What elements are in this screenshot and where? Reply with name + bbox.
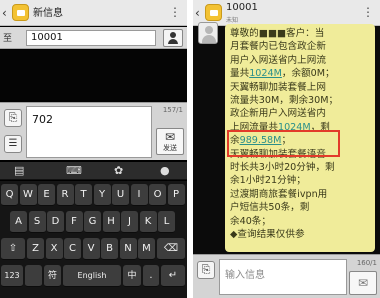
send-button[interactable]: ✉ 发送: [156, 128, 184, 155]
message-line: 政企新用户入网送省内: [230, 108, 326, 120]
symbol-key[interactable]: 符: [44, 265, 61, 287]
key[interactable]: U: [112, 184, 129, 206]
char-counter: 160/1: [356, 259, 377, 267]
message-input[interactable]: 输入信息: [219, 259, 347, 295]
message-line: 户短信共50条，剩: [230, 202, 310, 214]
message-line: 尊敬的■■■客户：当: [230, 28, 325, 39]
compose-bar: ⎘ 输入信息 160/1 ✉: [193, 254, 380, 298]
messages-app-icon: [12, 4, 29, 21]
keyboard-row-1: Q W E R T Y U I O P: [0, 184, 187, 208]
highlight-box: [227, 130, 340, 157]
keyboard-row-3: ⇧ Z X C V B N M ⌫: [0, 238, 187, 262]
message-line: 时长共3小时20分钟，剩: [230, 162, 335, 174]
key[interactable]: I: [130, 184, 148, 206]
data-link[interactable]: 1024M: [249, 68, 282, 79]
send-envelope-icon[interactable]: ✉: [349, 271, 377, 295]
right-phone-screen: ‹ 10001 未知 ⋮ 尊敬的■■■客户：当 月套餐内已包含政企新 用户入网送…: [193, 0, 380, 298]
conversation-subtitle: 未知: [226, 17, 239, 24]
space-key[interactable]: English: [63, 265, 121, 287]
text-segment: ，余额0M；: [281, 68, 335, 80]
attach-icon[interactable]: ⎘: [4, 109, 22, 127]
key[interactable]: Z: [27, 238, 44, 260]
key[interactable]: B: [101, 238, 118, 260]
key[interactable]: T: [75, 184, 92, 206]
message-line: 月套餐内已包含政企新: [230, 41, 326, 53]
key[interactable]: X: [45, 238, 63, 260]
message-line: 过渡期商旅套餐ivpn用: [230, 188, 328, 200]
key[interactable]: G: [84, 211, 101, 233]
key[interactable]: S: [28, 211, 46, 233]
key[interactable]: V: [82, 238, 100, 260]
keyboard-row-2: A S D F G H J K L: [0, 211, 187, 235]
recipient-input[interactable]: 10001: [26, 30, 156, 46]
recipient-row: 至 10001: [0, 27, 187, 49]
key[interactable]: Q: [1, 184, 18, 206]
settings-icon[interactable]: ✿: [114, 164, 123, 178]
key[interactable]: J: [121, 211, 138, 233]
top-bar: ‹ 新信息 ⋮: [0, 0, 187, 26]
key[interactable]: P: [167, 184, 185, 206]
compose-bar: ⎘ ☰ 702 157/1 ✉ 发送: [0, 102, 187, 160]
period-key[interactable]: .: [143, 265, 159, 287]
shift-key[interactable]: ⇧: [1, 238, 25, 260]
key[interactable]: D: [47, 211, 64, 233]
key[interactable]: L: [158, 211, 175, 233]
conversation-title: 10001: [226, 2, 258, 13]
key[interactable]: R: [56, 184, 74, 206]
key[interactable]: Y: [93, 184, 111, 206]
message-line: 余1小时21分钟；: [230, 175, 306, 187]
keyboard-toolbar: ▤ ⌨ ✿ ●: [0, 162, 187, 180]
recipient-label: 至: [3, 34, 13, 44]
avatar[interactable]: [198, 22, 218, 44]
backspace-key[interactable]: ⌫: [157, 238, 185, 260]
send-label: 发送: [163, 144, 177, 152]
key[interactable]: K: [139, 211, 157, 233]
messages-app-icon: [205, 4, 222, 21]
back-icon[interactable]: ‹: [2, 5, 7, 21]
message-line: 余40条；: [230, 215, 271, 227]
key[interactable]: C: [64, 238, 81, 260]
enter-key[interactable]: ↵: [161, 265, 185, 287]
back-icon[interactable]: ‹: [195, 5, 200, 21]
attach-icon[interactable]: ⎘: [197, 261, 215, 279]
keyboard: Q W E R T Y U I O P A S D F G H J K L ⇧ …: [0, 181, 187, 298]
message-line: 量共1024M，余额0M；: [230, 67, 370, 80]
message-line: ◆查询结果仅供参: [230, 229, 305, 241]
send-envelope-icon: ✉: [164, 130, 176, 144]
keyboard-icon[interactable]: ⌨: [66, 164, 82, 178]
keyboard-row-4: 123 符 English 中 . ↵: [0, 265, 187, 289]
emoji-key[interactable]: [25, 265, 42, 287]
menu-icon[interactable]: ⋮: [362, 4, 374, 20]
key[interactable]: N: [119, 238, 137, 260]
key[interactable]: O: [149, 184, 166, 206]
language-key[interactable]: 中: [123, 265, 141, 287]
message-input[interactable]: 702: [26, 106, 152, 158]
key[interactable]: W: [19, 184, 37, 206]
message-line: 用户入网送省内上网流: [230, 54, 326, 66]
key[interactable]: H: [102, 211, 120, 233]
clipboard-icon[interactable]: ▤: [14, 164, 24, 178]
char-counter: 157/1: [162, 106, 183, 114]
mic-icon[interactable]: ●: [160, 164, 170, 178]
menu-icon[interactable]: ⋮: [169, 4, 181, 20]
contact-picker-icon[interactable]: [163, 29, 183, 47]
conversation-area: [0, 50, 187, 100]
template-icon[interactable]: ☰: [4, 135, 22, 153]
message-line: 天翼畅聊加装套餐上网: [230, 81, 326, 93]
numeric-key[interactable]: 123: [1, 265, 23, 287]
screen-title: 新信息: [33, 8, 63, 19]
left-phone-screen: ‹ 新信息 ⋮ 至 10001 ⎘ ☰ 702 157/1 ✉ 发送 ▤ ⌨ ✿…: [0, 0, 187, 298]
message-line: 流量共30M，剩余30M；: [230, 95, 339, 107]
key[interactable]: M: [138, 238, 155, 260]
text-segment: 量共: [230, 68, 250, 80]
top-bar: ‹ 10001 未知 ⋮: [193, 0, 380, 26]
key[interactable]: E: [38, 184, 55, 206]
key[interactable]: F: [65, 211, 83, 233]
key[interactable]: A: [10, 211, 27, 233]
